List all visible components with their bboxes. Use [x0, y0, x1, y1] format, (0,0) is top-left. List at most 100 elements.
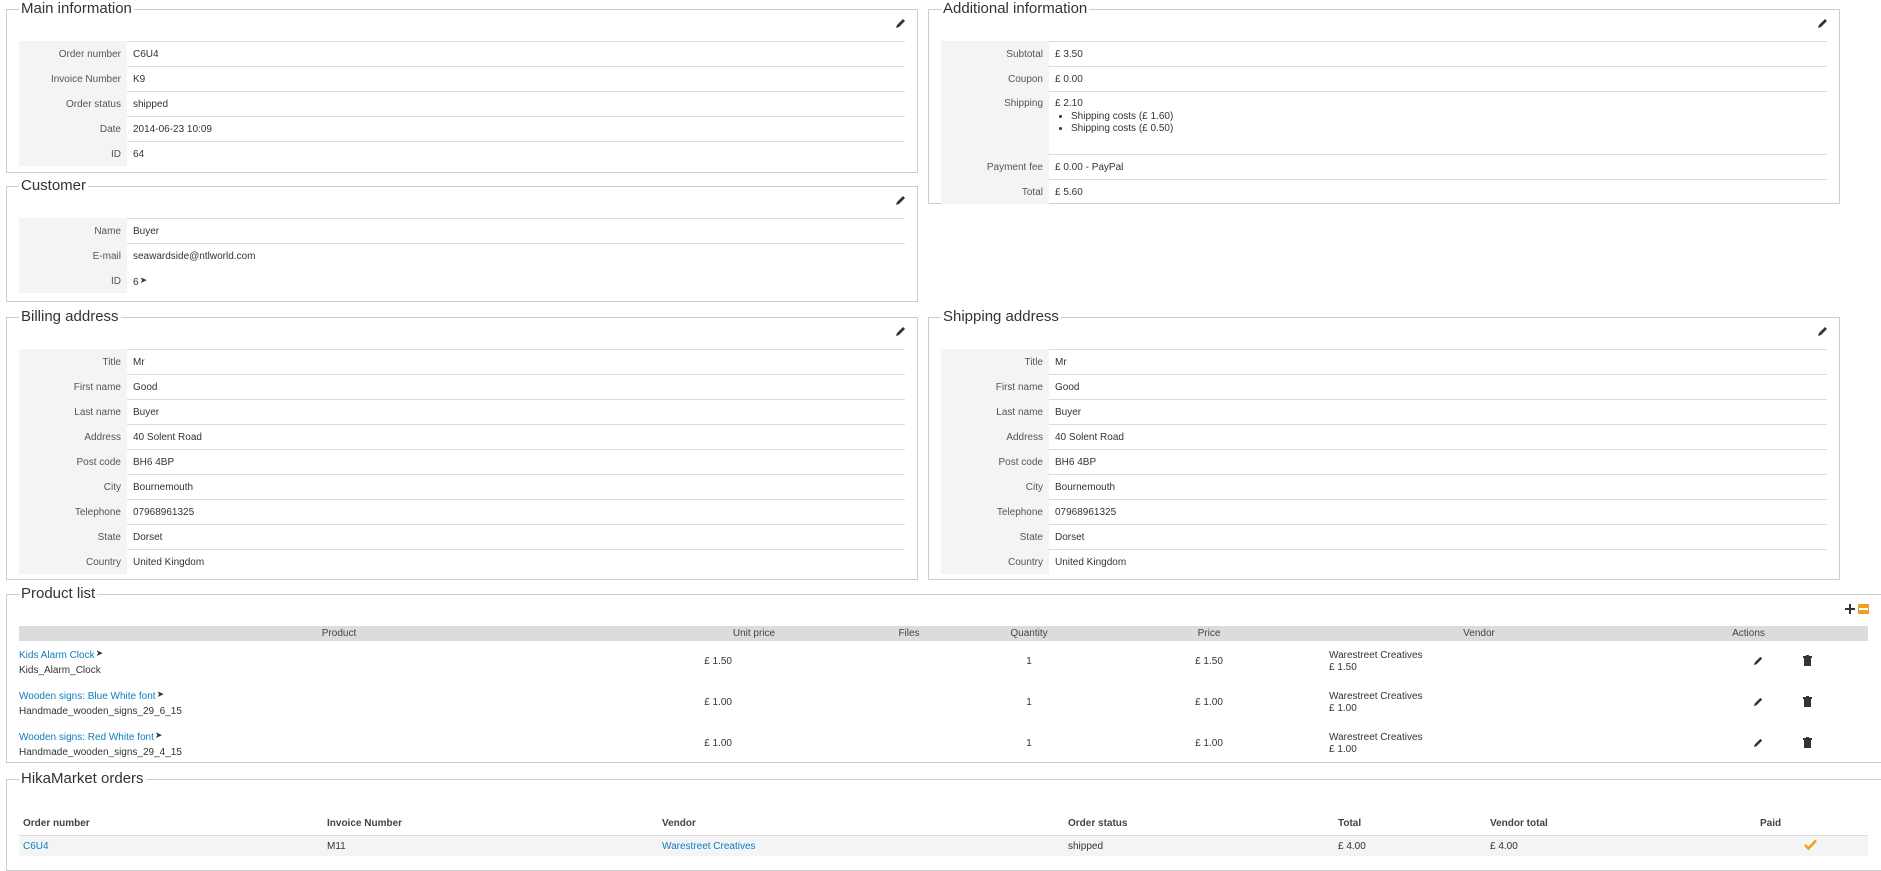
delete-product-button[interactable] [1803, 736, 1812, 748]
subtotal-value: £ 3.50 [1049, 41, 1827, 67]
order-status-value: shipped [127, 91, 905, 117]
field-label: Post code [941, 449, 1049, 475]
delete-action-cell [1799, 723, 1868, 764]
edit-shipping-address-button[interactable] [1817, 325, 1831, 339]
shipping-country-value: United Kingdom [1049, 549, 1827, 574]
checkmark-icon [1804, 839, 1817, 851]
delete-product-button[interactable] [1803, 654, 1812, 666]
arrow-right-icon[interactable]: ➤ [96, 646, 104, 661]
product-link[interactable]: Kids Alarm Clock [19, 650, 95, 661]
vendor-price: £ 1.50 [1329, 661, 1357, 673]
field-label: Title [19, 349, 127, 375]
field-label: First name [941, 374, 1049, 400]
edit-action-cell [1629, 682, 1799, 723]
remove-product-button[interactable] [1858, 604, 1869, 614]
product-table: Product Unit price Files Quantity Price … [19, 626, 1868, 764]
field-label: Telephone [19, 499, 127, 525]
product-list-legend: Product list [21, 585, 96, 602]
plus-icon [1845, 604, 1855, 614]
customer-legend: Customer [21, 177, 87, 194]
shipping-address-table: Title Mr First name Good Last name Buyer Ad… [941, 349, 1827, 574]
edit-product-button[interactable] [1753, 737, 1764, 748]
product-code: Handmade_wooden_signs_29_4_15 [19, 746, 182, 758]
trash-icon [1803, 654, 1812, 666]
customer-table: Name Buyer E-mail seawardside@ntlworld.com… [19, 218, 905, 293]
table-row: Kids Alarm Clock➤ Kids_Alarm_Clock £ 1.5… [19, 641, 1868, 682]
quantity-cell: 1 [1026, 656, 1032, 667]
pencil-icon [1818, 19, 1827, 28]
hikamarket-orders-legend: HikaMarket orders [21, 770, 144, 787]
pencil-icon [1753, 656, 1763, 665]
pencil-icon [896, 327, 905, 336]
list-item: Shipping costs (£ 1.60) [1071, 111, 1827, 123]
vendor-cell: Warestreet Creatives £ 1.00 [1329, 723, 1629, 764]
shipping-items-list: Shipping costs (£ 1.60) Shipping costs (… [1055, 111, 1827, 135]
billing-post-code-value: BH6 4BP [127, 449, 905, 475]
table-row: Wooden signs: Blue White font➤ Handmade_… [19, 682, 1868, 723]
edit-main-information-button[interactable] [895, 17, 909, 31]
vendor-price: £ 1.00 [1329, 702, 1357, 714]
field-label: State [19, 524, 127, 550]
vendor-price: £ 1.00 [1329, 743, 1357, 755]
files-cell [849, 723, 969, 764]
edit-product-button[interactable] [1753, 655, 1764, 666]
product-link[interactable]: Wooden signs: Blue White font [19, 691, 156, 702]
field-label: City [941, 474, 1049, 500]
invoice-number-cell: M11 [323, 835, 658, 856]
edit-additional-information-button[interactable] [1817, 17, 1831, 31]
arrow-right-icon[interactable]: ➤ [157, 687, 165, 702]
shipping-cell: £ 2.10 Shipping costs (£ 1.60) Shipping … [1049, 91, 1827, 155]
additional-information-panel: Additional information Subtotal £ 3.50 Co… [928, 1, 1840, 204]
shipping-address-panel: Shipping address Title Mr First name Good … [928, 309, 1840, 580]
edit-product-button[interactable] [1753, 696, 1764, 707]
order-status-cell: shipped [1064, 835, 1334, 856]
vendor-name: Warestreet Creatives [1329, 690, 1423, 702]
files-cell [849, 682, 969, 723]
field-label: Telephone [941, 499, 1049, 525]
main-information-table: Order number C6U4 Invoice Number K9 Order … [19, 41, 905, 166]
total-label: Total [941, 179, 1049, 204]
edit-customer-button[interactable] [895, 194, 909, 208]
field-label: Invoice Number [19, 66, 127, 92]
shipping-city-value: Bournemouth [1049, 474, 1827, 500]
shipping-address-legend: Shipping address [943, 308, 1059, 325]
field-label: Address [941, 424, 1049, 450]
edit-billing-address-button[interactable] [895, 325, 909, 339]
vendor-name: Warestreet Creatives [1329, 731, 1423, 743]
hikamarket-orders-table: Order number Invoice Number Vendor Order… [19, 811, 1868, 856]
delete-action-cell [1799, 641, 1868, 682]
billing-address-table: Title Mr First name Good Last name Buyer Ad… [19, 349, 905, 574]
delete-action-cell [1799, 682, 1868, 723]
table-row: C6U4 M11 Warestreet Creatives shipped £ … [19, 835, 1868, 856]
vendor-link[interactable]: Warestreet Creatives [662, 841, 756, 852]
hikamarket-orders-panel: HikaMarket orders Order number Invoice N… [6, 771, 1881, 871]
customer-name-value: Buyer [127, 218, 905, 244]
vendor-cell: Warestreet Creatives [658, 835, 1064, 856]
field-label: Date [19, 116, 127, 142]
shipping-first-name-value: Good [1049, 374, 1827, 400]
shipping-value: £ 2.10 [1055, 98, 1083, 109]
order-number-link[interactable]: C6U4 [23, 841, 49, 852]
column-header-actions: Actions [1629, 626, 1868, 641]
order-number-cell: C6U4 [19, 835, 323, 856]
product-cell: Wooden signs: Red White font➤ Handmade_w… [19, 723, 659, 764]
field-label: Order number [19, 41, 127, 67]
arrow-right-icon[interactable]: ➤ [140, 275, 148, 286]
product-link[interactable]: Wooden signs: Red White font [19, 732, 154, 743]
product-code: Kids_Alarm_Clock [19, 664, 101, 676]
field-label: ID [19, 141, 127, 166]
subtotal-label: Subtotal [941, 41, 1049, 67]
coupon-label: Coupon [941, 66, 1049, 92]
column-header-product: Product [19, 626, 659, 641]
delete-product-button[interactable] [1803, 695, 1812, 707]
vendor-cell: Warestreet Creatives £ 1.50 [1329, 641, 1629, 682]
coupon-value: £ 0.00 [1049, 66, 1827, 92]
field-label: First name [19, 374, 127, 400]
product-cell: Kids Alarm Clock➤ Kids_Alarm_Clock [19, 641, 659, 682]
arrow-right-icon[interactable]: ➤ [155, 728, 163, 743]
table-header-row: Product Unit price Files Quantity Price … [19, 626, 1868, 641]
column-header-vendor: Vendor [1329, 626, 1629, 641]
add-product-button[interactable] [1845, 604, 1855, 614]
paid-cell [1756, 835, 1868, 856]
edit-action-cell [1629, 641, 1799, 682]
